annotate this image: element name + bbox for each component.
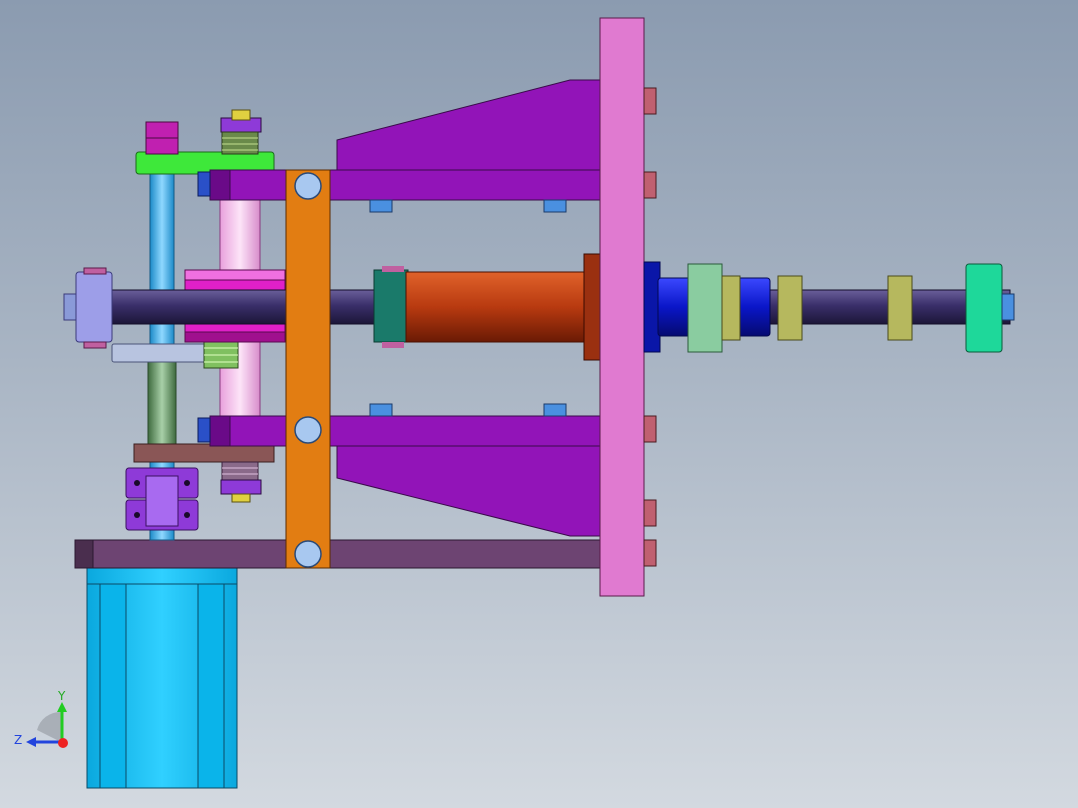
lower-slide-plate[interactable]: [133, 443, 275, 463]
3d-cad-viewport[interactable]: Y Z: [0, 0, 1078, 808]
view-orientation-triad[interactable]: Y Z: [14, 689, 68, 748]
base-plate[interactable]: [74, 539, 606, 569]
vertical-frame-bar[interactable]: [285, 169, 331, 569]
upper-bracket[interactable]: [209, 79, 601, 201]
shaft-lock-nut[interactable]: [373, 266, 409, 348]
lower-bracket[interactable]: [209, 415, 601, 537]
middle-spring[interactable]: [203, 341, 239, 369]
bottom-spring[interactable]: [220, 461, 262, 503]
shaft-coupling[interactable]: [125, 467, 199, 531]
shaft-end-block[interactable]: [63, 267, 113, 349]
rod-end-nut[interactable]: [965, 263, 1015, 353]
z-axis-label: Z: [14, 733, 22, 747]
lead-screw-rod[interactable]: [147, 361, 177, 449]
stepper-motor[interactable]: [86, 565, 238, 789]
top-spring[interactable]: [220, 109, 262, 155]
bearing-ring[interactable]: [111, 343, 209, 363]
y-axis-label: Y: [57, 689, 66, 703]
pneumatic-cylinder[interactable]: [405, 253, 603, 361]
assembly-model[interactable]: Y Z: [0, 0, 1078, 808]
mounting-plate[interactable]: [599, 17, 645, 597]
